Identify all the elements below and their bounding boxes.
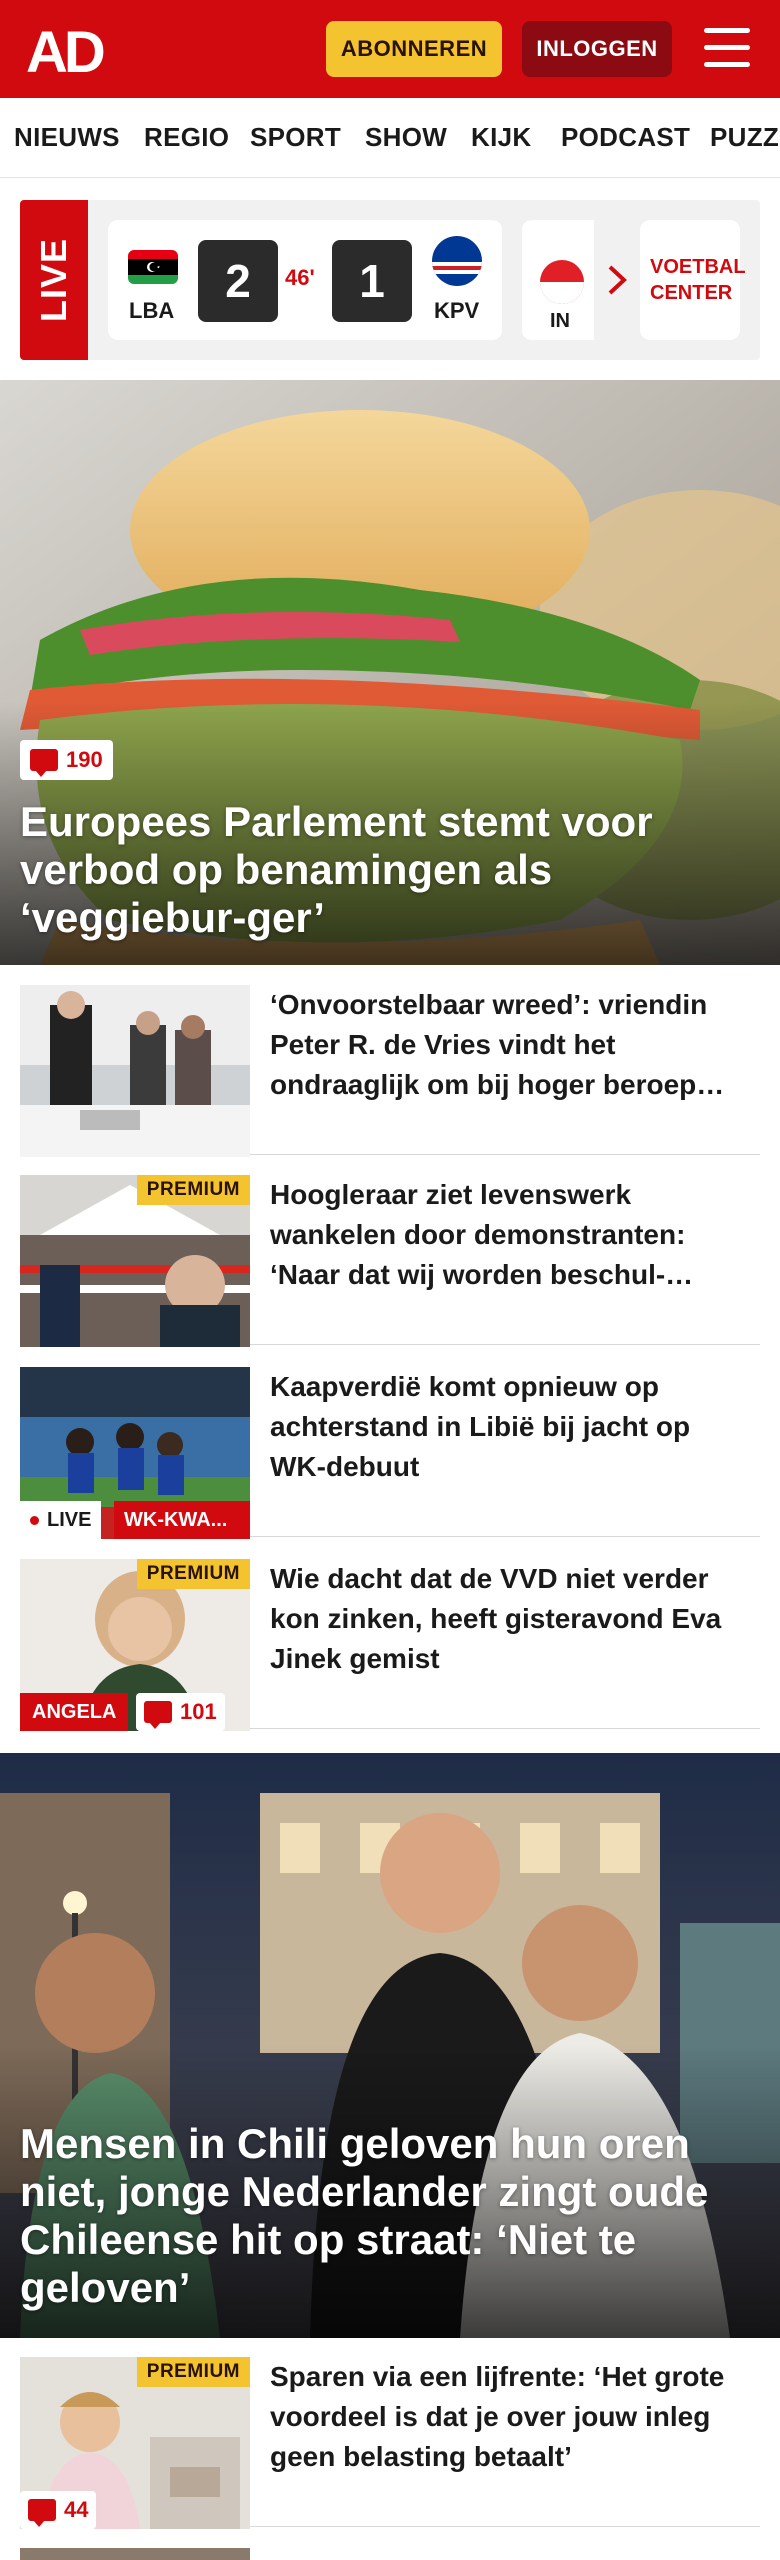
libya-flag-icon [128,250,178,284]
home-team: LBA [129,298,175,323]
nav-item-regio[interactable]: REGIO [144,122,229,153]
premium-badge: PREMIUM [136,1175,250,1205]
category-badge: WK-KWA... [114,1501,250,1539]
nav-item-show[interactable]: SHOW [365,122,447,153]
hero-title[interactable]: Mensen in Chili geloven hun oren niet, j… [20,2120,760,2312]
nav-item-podcast[interactable]: PODCAST [561,122,690,153]
svg-text:AD: AD [26,22,104,78]
ad-logo[interactable]: AD [26,20,118,85]
comment-icon [28,2499,56,2527]
nav-item-puzzel[interactable]: PUZZ [710,122,779,153]
match-card[interactable]: LBA 2 46' 1 KPV [108,220,502,340]
comment-count-badge[interactable]: 190 [20,740,113,780]
nav-item-kijk[interactable]: KIJK [471,122,531,153]
article-title[interactable]: ‘Onvoorstelbaar wreed’: vriendin Peter R… [270,985,750,1105]
team-flag-icon [540,260,584,304]
premium-badge: PREMIUM [136,1559,250,1589]
article-title[interactable]: Wie dacht dat de VVD niet verder kon zin… [270,1559,750,1679]
list-item[interactable]: PREMIUM Hoogleraar ziet levenswerk wanke… [20,1155,760,1347]
nav-item-nieuws[interactable]: NIEUWS [14,122,120,153]
article-title[interactable]: Sparen via een lijfrente: ‘Het grote voo… [270,2357,750,2477]
comment-icon [30,749,58,777]
away-team: KPV [434,298,480,323]
next-match-team: IN [550,310,570,332]
comment-count-badge[interactable]: 101 [136,1693,225,1731]
live-dot-icon [30,1515,39,1525]
article-thumbnail: LIVE WK-KWA... [20,1367,250,1539]
list-item[interactable]: ‘Onvoorstelbaar wreed’: vriendin Peter R… [20,965,760,1157]
live-scores-strip: LIVE LBA 2 46' 1 KPV IN VOETBAL CENTER [20,200,760,360]
author-badge: ANGELA [20,1693,129,1731]
away-score: 1 [332,240,412,322]
hamburger-icon[interactable] [700,24,754,72]
article-thumbnail [20,985,250,1157]
voetbal-center-link[interactable]: VOETBAL CENTER [640,220,746,340]
comment-count-badge[interactable]: 44 [20,2491,97,2529]
login-button[interactable]: INLOGGEN [522,21,672,77]
home-score: 2 [198,240,278,322]
next-match-card[interactable]: IN [522,220,594,340]
article-thumbnail: PREMIUM 44 [20,2357,250,2529]
comment-icon [144,1701,172,1729]
article-thumbnail: PREMIUM [20,1175,250,1347]
premium-badge: PREMIUM [136,2357,250,2387]
subscribe-button[interactable]: ABONNEREN [326,21,502,77]
chevron-right-icon[interactable] [594,220,640,340]
list-item[interactable]: PREMIUM 44 Sparen via een lijfrente: ‘He… [20,2337,760,2529]
article-title[interactable]: Kaapverdië komt opnieuw op achterstand i… [270,1367,750,1487]
live-badge: LIVE [20,1501,102,1539]
article-thumbnail: PREMIUM ANGELA 101 [20,1559,250,1731]
article-title[interactable]: Hoogleraar ziet levenswerk wankelen door… [270,1175,750,1295]
match-minute: 46' [285,265,315,290]
cape-verde-flag-icon [432,236,482,286]
hero-article-veggieburger[interactable]: 190 Europees Parlement stemt voor verbod… [0,380,780,965]
nav-item-sport[interactable]: SPORT [250,122,341,153]
next-article-thumbnail-partial [20,2548,250,2560]
site-header: AD ABONNEREN INLOGGEN [0,0,780,98]
list-item[interactable]: LIVE WK-KWA... Kaapverdië komt opnieuw o… [20,1347,760,1539]
hero-title[interactable]: Europees Parlement stemt voor verbod op … [20,798,760,942]
live-label: LIVE [20,200,88,360]
hero-article-chili[interactable]: Mensen in Chili geloven hun oren niet, j… [0,1753,780,2338]
main-nav: NIEUWS REGIO SPORT SHOW KIJK PODCAST PUZ… [0,98,780,178]
list-item[interactable]: PREMIUM ANGELA 101 Wie dacht dat de VVD … [20,1539,760,1731]
